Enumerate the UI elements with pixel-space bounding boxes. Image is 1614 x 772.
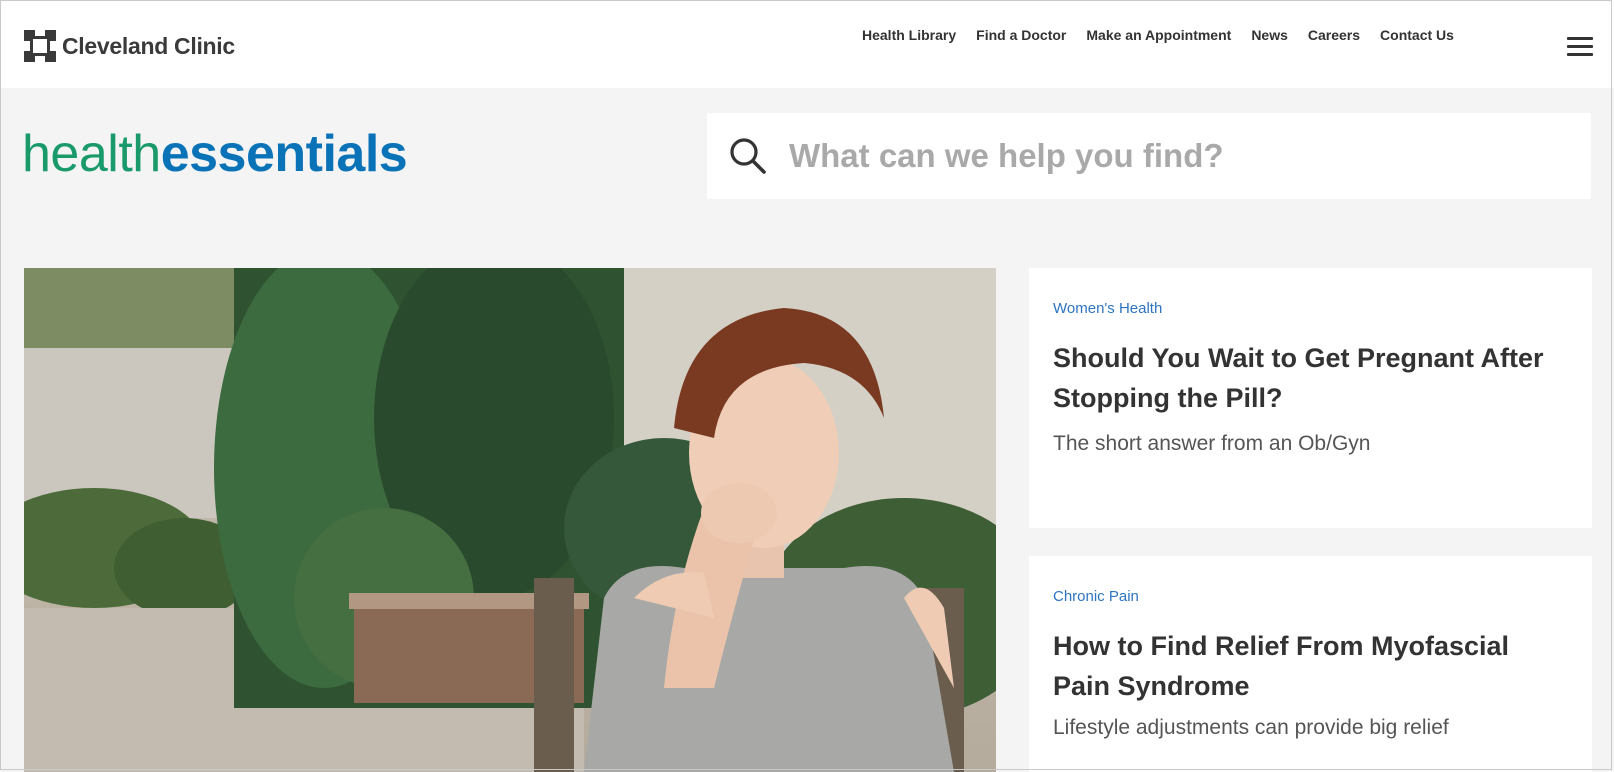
cleveland-clinic-logo-icon <box>24 30 56 62</box>
main-nav: Health Library Find a Doctor Make an App… <box>862 27 1474 43</box>
health-essentials-logo[interactable]: healthessentials <box>22 125 408 183</box>
search-input[interactable] <box>787 136 1551 176</box>
article-title[interactable]: Should You Wait to Get Pregnant After St… <box>1053 338 1573 418</box>
article-card[interactable]: Women's Health Should You Wait to Get Pr… <box>1029 268 1592 528</box>
article-subtitle: Lifestyle adjustments can provide big re… <box>1053 716 1449 739</box>
article-card[interactable]: Chronic Pain How to Find Relief From Myo… <box>1029 556 1592 772</box>
brand-part-health: health <box>22 125 161 183</box>
article-category[interactable]: Women's Health <box>1053 300 1162 317</box>
nav-link-make-an-appointment[interactable]: Make an Appointment <box>1086 27 1231 43</box>
article-title[interactable]: How to Find Relief From Myofascial Pain … <box>1053 626 1573 706</box>
search-bar <box>707 113 1591 199</box>
nav-link-careers[interactable]: Careers <box>1308 27 1360 43</box>
search-icon[interactable] <box>725 133 771 179</box>
nav-link-contact-us[interactable]: Contact Us <box>1380 27 1454 43</box>
article-category[interactable]: Chronic Pain <box>1053 588 1139 605</box>
featured-article-image[interactable] <box>24 268 996 772</box>
nav-link-news[interactable]: News <box>1251 27 1288 43</box>
top-navigation-bar: Cleveland Clinic Health Library Find a D… <box>0 0 1614 88</box>
cleveland-clinic-logo[interactable]: Cleveland Clinic <box>24 30 235 62</box>
nav-link-health-library[interactable]: Health Library <box>862 27 956 43</box>
nav-link-find-a-doctor[interactable]: Find a Doctor <box>976 27 1066 43</box>
logo-text: Cleveland Clinic <box>62 32 235 59</box>
brand-part-essentials: essentials <box>160 125 408 183</box>
article-subtitle: The short answer from an Ob/Gyn <box>1053 432 1371 455</box>
hamburger-menu-icon[interactable] <box>1567 37 1593 57</box>
